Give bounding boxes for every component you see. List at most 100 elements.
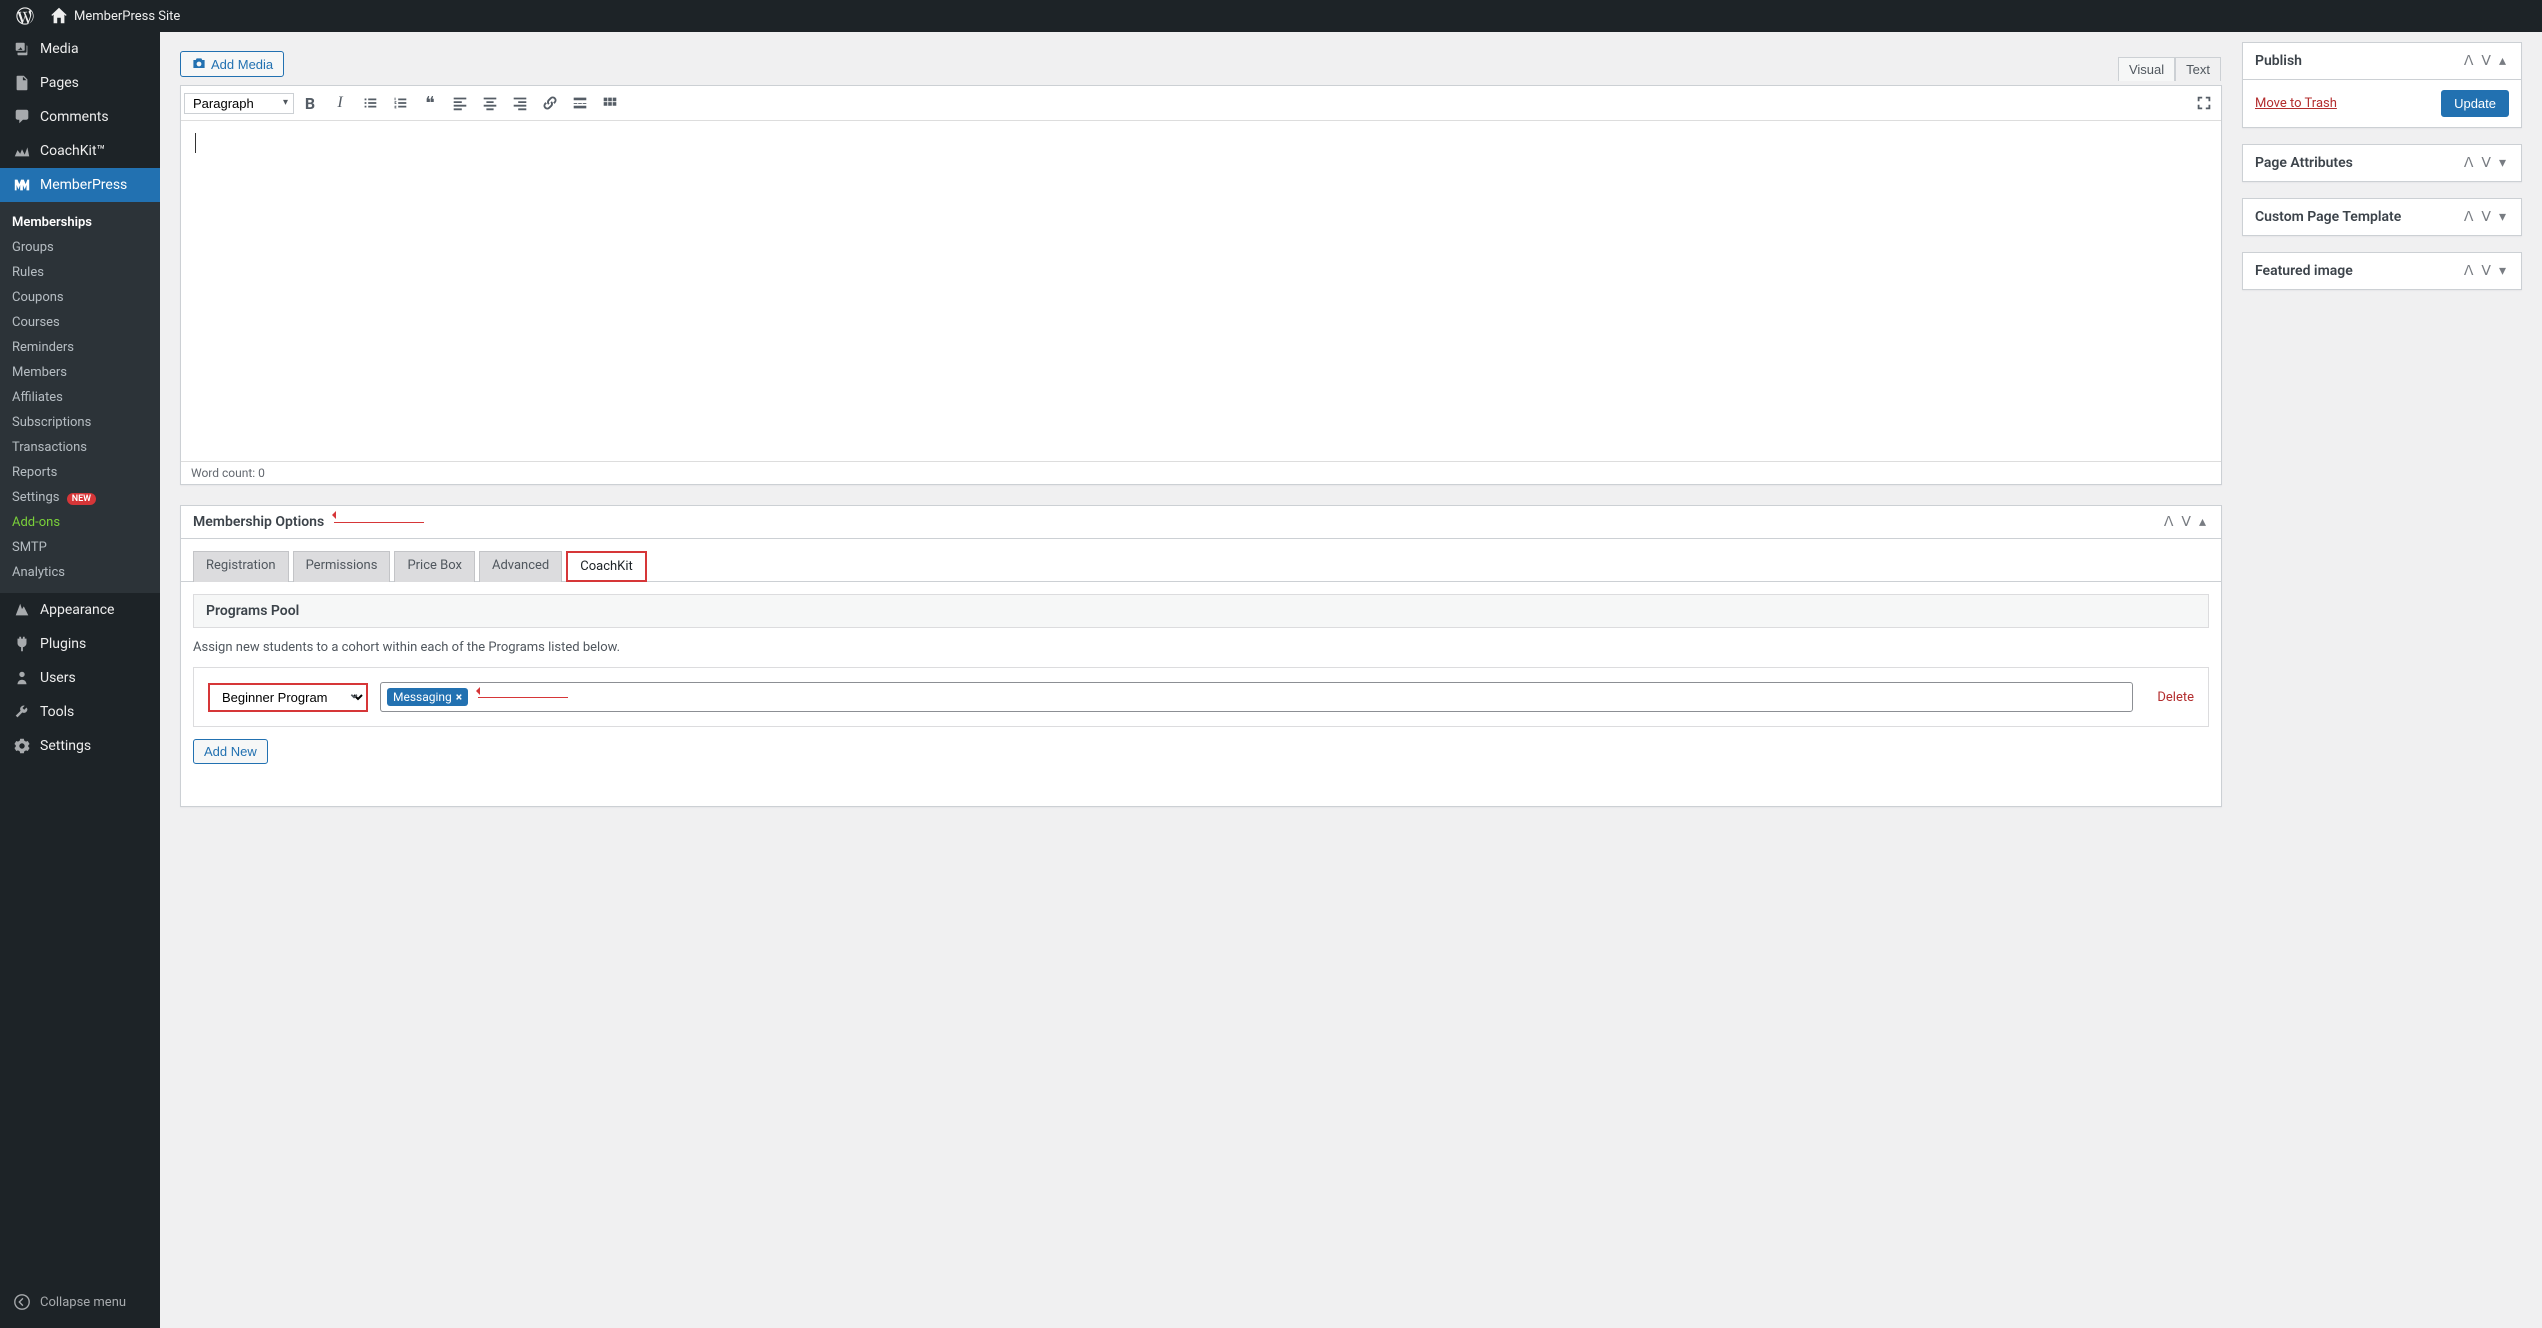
toolbar-toggle-button[interactable] xyxy=(596,89,624,117)
submenu-groups[interactable]: Groups xyxy=(0,235,160,260)
publish-box: Publish ᐱ ᐯ ▴ Move to Trash Update xyxy=(2242,42,2522,128)
toggle-icon[interactable]: ▾ xyxy=(2496,263,2509,279)
move-up-icon[interactable]: ᐱ xyxy=(2461,155,2477,171)
cohort-tag-input[interactable]: Messaging × xyxy=(380,682,2133,712)
italic-button[interactable]: I xyxy=(326,89,354,117)
toggle-icon[interactable]: ▾ xyxy=(2496,209,2509,225)
wordpress-icon xyxy=(16,7,34,25)
menu-comments[interactable]: Comments xyxy=(0,100,160,134)
add-new-button[interactable]: Add New xyxy=(193,739,268,764)
move-to-trash-link[interactable]: Move to Trash xyxy=(2255,96,2337,111)
move-up-icon[interactable]: ᐱ xyxy=(2461,53,2477,69)
submenu-addons[interactable]: Add-ons xyxy=(0,510,160,535)
toggle-icon[interactable]: ▴ xyxy=(2496,53,2509,69)
submenu-analytics[interactable]: Analytics xyxy=(0,560,160,585)
align-right-button[interactable] xyxy=(506,89,534,117)
program-select[interactable]: Beginner Program xyxy=(208,683,368,712)
submenu-settings-label: Settings xyxy=(12,490,59,505)
submenu-members[interactable]: Members xyxy=(0,360,160,385)
menu-pages[interactable]: Pages xyxy=(0,66,160,100)
align-center-button[interactable] xyxy=(476,89,504,117)
membership-options-box: Membership Options ᐱ ᐯ ▴ Registration Pe… xyxy=(180,505,2222,807)
submenu-reports[interactable]: Reports xyxy=(0,460,160,485)
link-button[interactable] xyxy=(536,89,564,117)
submenu-settings[interactable]: Settings NEW xyxy=(0,485,160,510)
featured-image-header[interactable]: Featured image ᐱ ᐯ ▾ xyxy=(2243,253,2521,289)
menu-settings[interactable]: Settings xyxy=(0,729,160,763)
add-media-button[interactable]: Add Media xyxy=(180,51,284,77)
move-down-icon[interactable]: ᐯ xyxy=(2478,209,2494,225)
submenu-coupons[interactable]: Coupons xyxy=(0,285,160,310)
menu-comments-label: Comments xyxy=(40,109,109,125)
page-attributes-header[interactable]: Page Attributes ᐱ ᐯ ▾ xyxy=(2243,145,2521,181)
move-down-icon[interactable]: ᐯ xyxy=(2478,155,2494,171)
number-list-button[interactable] xyxy=(386,89,414,117)
tools-icon xyxy=(12,702,32,722)
publish-header[interactable]: Publish ᐱ ᐯ ▴ xyxy=(2243,43,2521,79)
menu-tools[interactable]: Tools xyxy=(0,695,160,729)
tab-registration[interactable]: Registration xyxy=(193,551,289,582)
submenu-subscriptions[interactable]: Subscriptions xyxy=(0,410,160,435)
media-icon xyxy=(12,39,32,59)
bullet-list-button[interactable] xyxy=(356,89,384,117)
submenu-courses[interactable]: Courses xyxy=(0,310,160,335)
text-tab[interactable]: Text xyxy=(2175,57,2221,81)
menu-coachkit-label: CoachKit™ xyxy=(40,143,105,159)
appearance-icon xyxy=(12,600,32,620)
format-select[interactable]: Paragraph xyxy=(184,93,294,114)
submenu-reminders[interactable]: Reminders xyxy=(0,335,160,360)
visual-tab[interactable]: Visual xyxy=(2118,57,2175,81)
align-center-icon xyxy=(481,94,499,112)
menu-pages-label: Pages xyxy=(40,75,79,91)
move-down-icon[interactable]: ᐯ xyxy=(2478,263,2494,279)
fullscreen-button[interactable] xyxy=(2190,89,2218,117)
menu-appearance[interactable]: Appearance xyxy=(0,593,160,627)
delete-program-link[interactable]: Delete xyxy=(2157,690,2194,705)
collapse-label: Collapse menu xyxy=(40,1295,126,1310)
submenu-affiliates[interactable]: Affiliates xyxy=(0,385,160,410)
content-area: Add Media Visual Text Paragraph B I xyxy=(160,32,2542,1328)
readmore-button[interactable] xyxy=(566,89,594,117)
site-name-link[interactable]: MemberPress Site xyxy=(42,7,188,25)
page-attributes-title: Page Attributes xyxy=(2255,155,2461,171)
menu-plugins[interactable]: Plugins xyxy=(0,627,160,661)
submenu-transactions[interactable]: Transactions xyxy=(0,435,160,460)
tab-permissions[interactable]: Permissions xyxy=(293,551,391,582)
tab-advanced[interactable]: Advanced xyxy=(479,551,562,582)
blockquote-button[interactable]: ❝ xyxy=(416,89,444,117)
fullscreen-icon xyxy=(2195,94,2213,112)
align-left-button[interactable] xyxy=(446,89,474,117)
admin-menu: Media Pages Comments CoachKit™ MemberPre… xyxy=(0,32,160,1328)
menu-memberpress[interactable]: MemberPress xyxy=(0,168,160,202)
submenu-memberships[interactable]: Memberships xyxy=(0,210,160,235)
cohort-tag-label: Messaging xyxy=(393,690,452,704)
side-column: Publish ᐱ ᐯ ▴ Move to Trash Update Page … xyxy=(2242,42,2522,306)
toggle-icon[interactable]: ▴ xyxy=(2196,514,2209,530)
list-ol-icon xyxy=(391,94,409,112)
editor-body[interactable] xyxy=(181,121,2221,461)
collapse-menu[interactable]: Collapse menu xyxy=(0,1284,160,1320)
move-up-icon[interactable]: ᐱ xyxy=(2161,514,2177,530)
menu-users[interactable]: Users xyxy=(0,661,160,695)
menu-media[interactable]: Media xyxy=(0,32,160,66)
menu-plugins-label: Plugins xyxy=(40,636,86,652)
menu-tools-label: Tools xyxy=(40,704,74,720)
move-up-icon[interactable]: ᐱ xyxy=(2461,263,2477,279)
submenu-smtp[interactable]: SMTP xyxy=(0,535,160,560)
menu-coachkit[interactable]: CoachKit™ xyxy=(0,134,160,168)
bold-button[interactable]: B xyxy=(296,89,324,117)
membership-options-header[interactable]: Membership Options ᐱ ᐯ ▴ xyxy=(181,506,2221,539)
tab-coachkit[interactable]: CoachKit xyxy=(566,551,646,582)
wordpress-logo[interactable] xyxy=(8,7,42,25)
custom-template-header[interactable]: Custom Page Template ᐱ ᐯ ▾ xyxy=(2243,199,2521,235)
move-up-icon[interactable]: ᐱ xyxy=(2461,209,2477,225)
update-button[interactable]: Update xyxy=(2441,90,2509,117)
toggle-icon[interactable]: ▾ xyxy=(2496,155,2509,171)
align-left-icon xyxy=(451,94,469,112)
submenu-rules[interactable]: Rules xyxy=(0,260,160,285)
tab-price-box[interactable]: Price Box xyxy=(394,551,475,582)
move-down-icon[interactable]: ᐯ xyxy=(2178,514,2194,530)
tag-remove-icon[interactable]: × xyxy=(456,690,462,704)
move-down-icon[interactable]: ᐯ xyxy=(2478,53,2494,69)
editor-toolbar: Paragraph B I ❝ xyxy=(181,86,2221,121)
